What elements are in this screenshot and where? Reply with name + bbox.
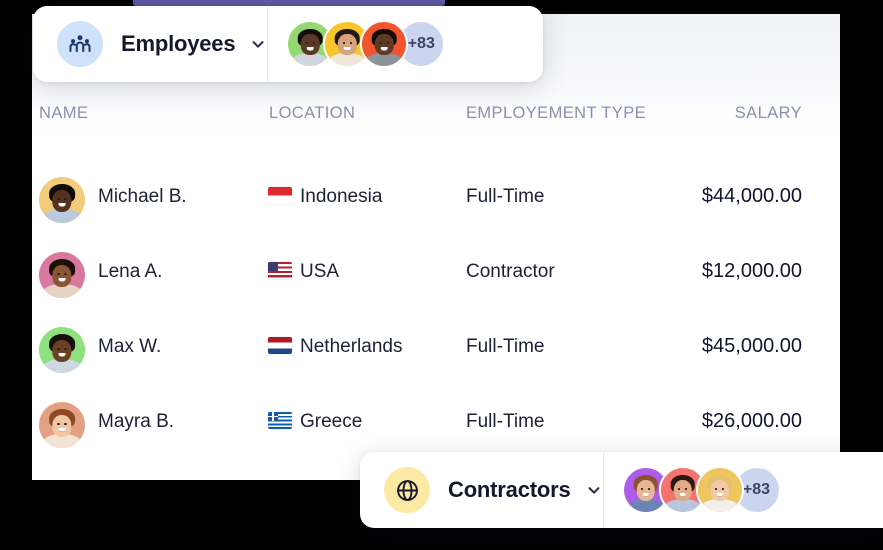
cell-location: Greece (300, 411, 363, 432)
chevron-down-icon[interactable] (249, 35, 267, 53)
cell-name: Lena A. (98, 261, 163, 282)
cell-salary: $44,000.00 (701, 185, 802, 207)
cell-salary: $12,000.00 (701, 260, 802, 282)
avatar (39, 177, 85, 223)
avatar (39, 252, 85, 298)
chevron-down-icon[interactable] (585, 481, 603, 499)
table-row[interactable]: Lena A. USA Contractor $12,000.00 (32, 239, 840, 314)
column-header-salary: SALARY (734, 104, 802, 122)
cell-employment-type: Contractor (466, 261, 555, 282)
employees-card-label: Employees (121, 31, 236, 56)
cell-location: USA (300, 261, 340, 282)
column-header-name: NAME (39, 104, 89, 122)
cell-location: Netherlands (300, 336, 403, 357)
contractors-card-left[interactable]: Contractors (360, 452, 603, 528)
avatar (39, 402, 85, 448)
table-row[interactable]: Michael B. Indonesia Full-Time $44,000.0… (32, 164, 840, 239)
screenshot-stage: NAME LOCATION EMPLOYEMENT TYPE SALARY Mi… (0, 0, 883, 550)
cell-salary: $26,000.00 (701, 410, 802, 432)
people-group-icon (57, 21, 103, 67)
flag-indonesia-icon (268, 187, 292, 204)
avatar (39, 327, 85, 373)
globe-icon (384, 467, 430, 513)
contractors-card[interactable]: Contractors +83 (360, 452, 883, 528)
cell-name: Mayra B. (98, 411, 175, 432)
cell-salary: $45,000.00 (701, 335, 802, 357)
flag-netherlands-icon (268, 337, 292, 354)
cell-employment-type: Full-Time (466, 411, 545, 432)
avatar[interactable] (695, 466, 744, 514)
column-header-employment-type: EMPLOYEMENT TYPE (466, 104, 647, 122)
table-header-row: NAME LOCATION EMPLOYEMENT TYPE SALARY (32, 104, 840, 144)
employees-avatar-stack[interactable]: +83 (268, 6, 543, 82)
cell-location: Indonesia (300, 186, 383, 207)
employees-card[interactable]: Employees +83 (33, 6, 543, 82)
cell-employment-type: Full-Time (466, 336, 545, 357)
avatar[interactable] (360, 20, 409, 68)
flag-greece-icon (268, 412, 292, 429)
column-header-location: LOCATION (269, 104, 356, 122)
cell-employment-type: Full-Time (466, 186, 545, 207)
flag-usa-icon (268, 262, 292, 279)
employee-table-panel: NAME LOCATION EMPLOYEMENT TYPE SALARY Mi… (32, 14, 840, 480)
contractors-avatar-stack[interactable]: +83 (604, 452, 883, 528)
cell-name: Michael B. (98, 186, 187, 207)
cell-name: Max W. (98, 336, 162, 357)
contractors-card-label: Contractors (448, 477, 571, 502)
employees-card-left[interactable]: Employees (33, 6, 267, 82)
table-row[interactable]: Max W. Netherlands Full-Time $45,000.00 (32, 314, 840, 389)
background-left (0, 0, 32, 550)
